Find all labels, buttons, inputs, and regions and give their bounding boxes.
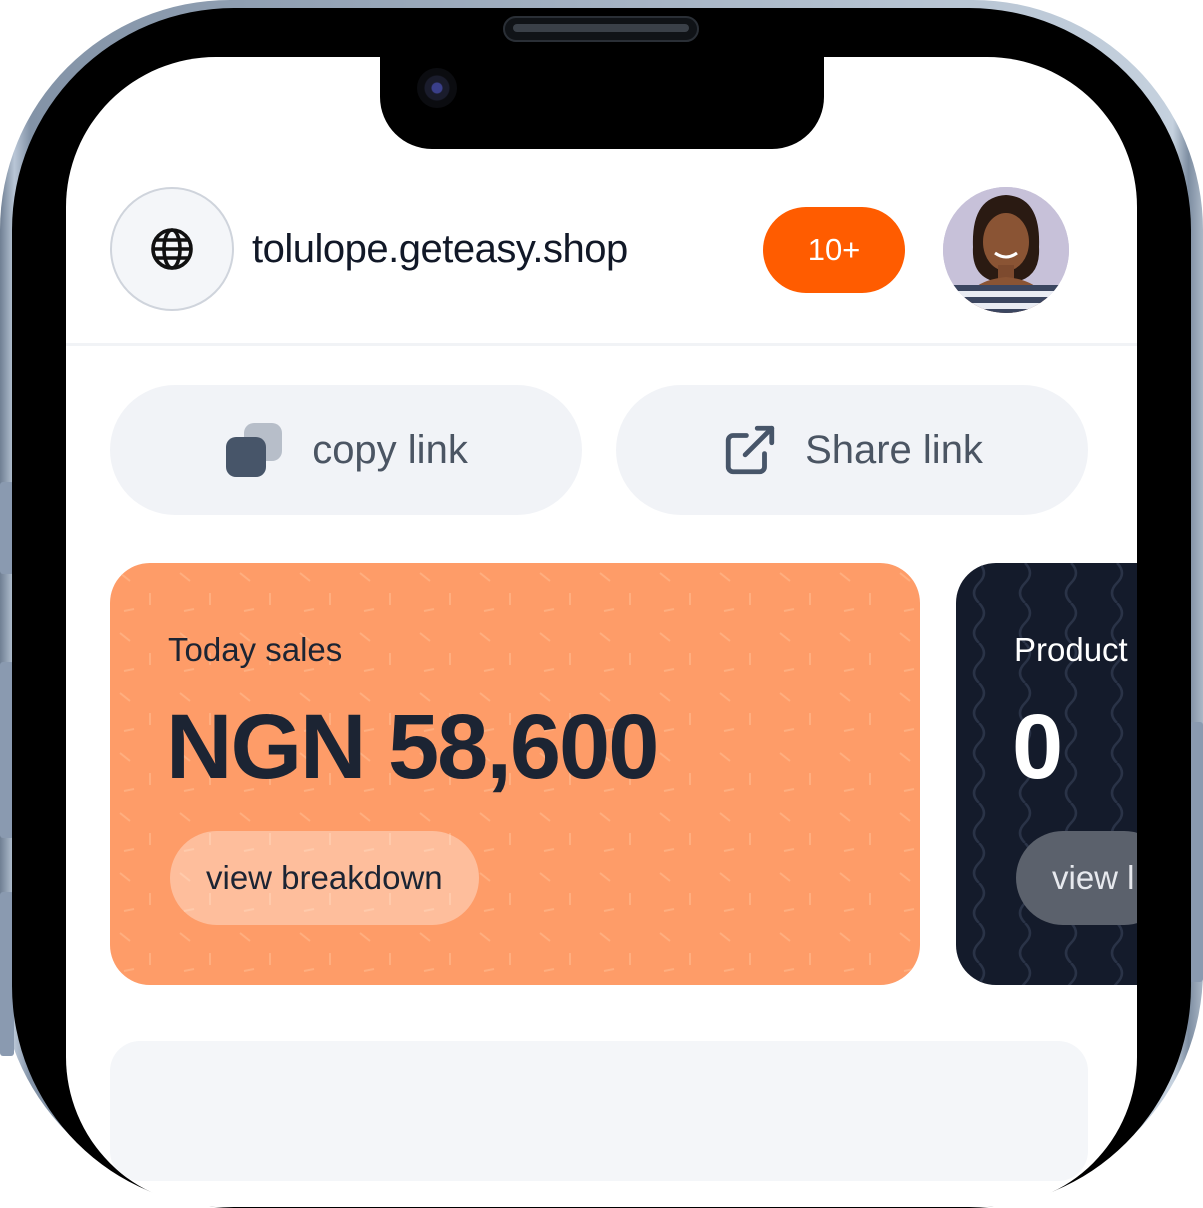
- share-external-icon: [725, 425, 775, 475]
- app-screen: tolulope.geteasy.shop 10+ copy link Shar…: [66, 57, 1137, 1207]
- copy-link-button[interactable]: copy link: [110, 385, 582, 515]
- globe-icon: [151, 228, 193, 270]
- next-section-card: [110, 1041, 1088, 1181]
- products-view-button[interactable]: view l: [1016, 831, 1137, 925]
- camera-icon: [417, 68, 457, 108]
- today-sales-value: NGN 58,600: [166, 696, 659, 798]
- copy-link-label: copy link: [312, 427, 468, 472]
- avatar[interactable]: [943, 187, 1069, 313]
- today-sales-card: Today sales NGN 58,600 view breakdown: [110, 563, 920, 985]
- share-link-button[interactable]: Share link: [616, 385, 1088, 515]
- phone-speaker: [503, 16, 699, 42]
- globe-button[interactable]: [110, 187, 234, 311]
- today-sales-label: Today sales: [168, 631, 343, 668]
- view-breakdown-button[interactable]: view breakdown: [170, 831, 479, 925]
- shop-url[interactable]: tolulope.geteasy.shop: [252, 227, 628, 272]
- products-card: Product 0 view l: [956, 563, 1137, 985]
- products-label: Product: [1014, 631, 1128, 668]
- products-value: 0: [1012, 696, 1063, 798]
- notification-badge[interactable]: 10+: [763, 207, 905, 293]
- share-link-label: Share link: [805, 427, 983, 472]
- phone-side-button: [1189, 722, 1203, 982]
- copy-icon: [226, 423, 283, 477]
